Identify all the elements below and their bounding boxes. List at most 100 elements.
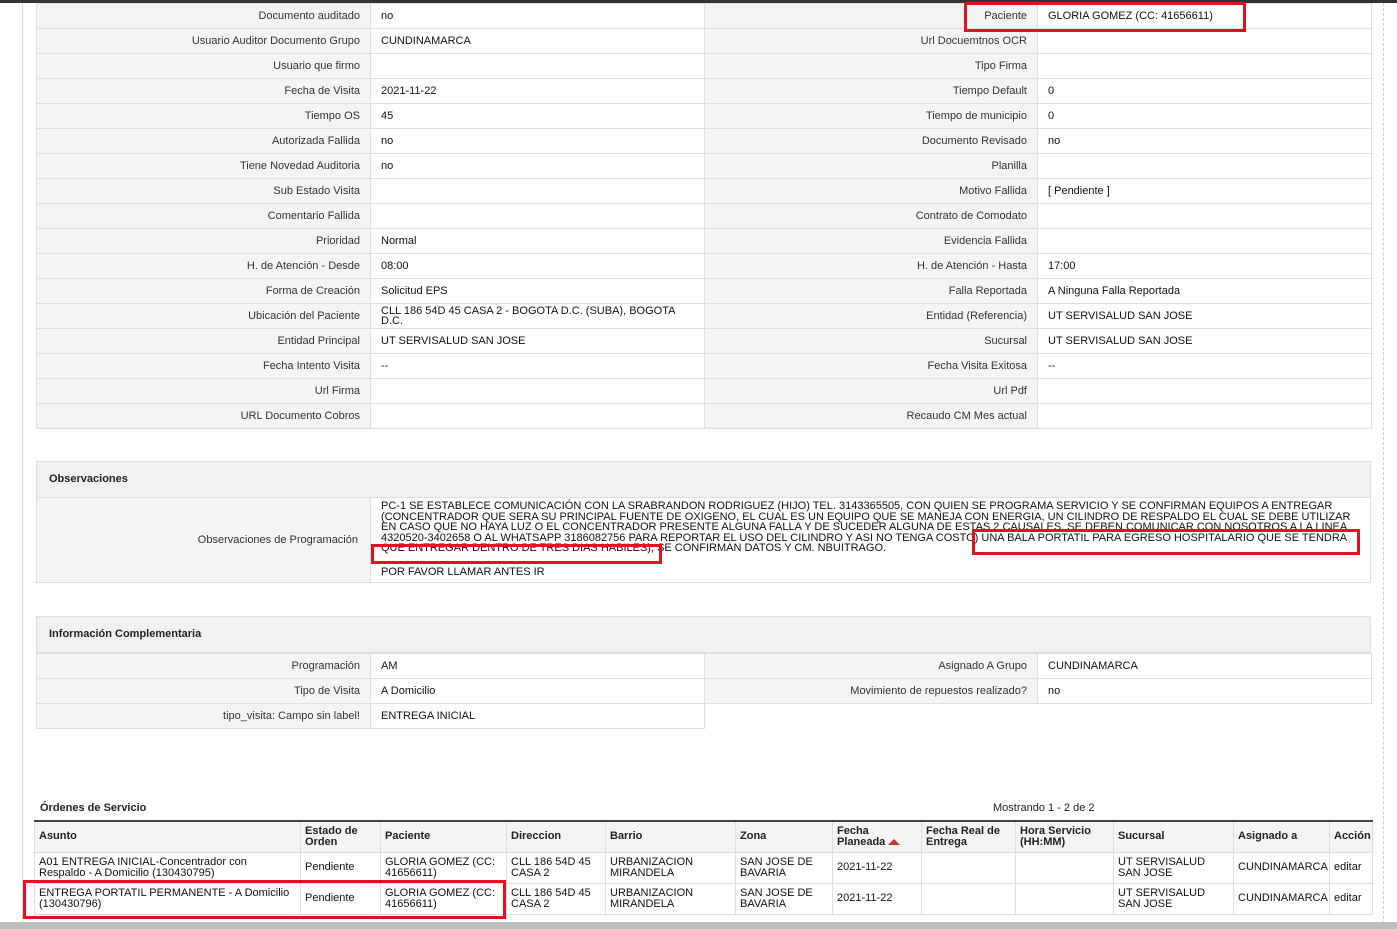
field-label: URL Documento Cobros: [36, 403, 371, 429]
column-header-label: Sucursal: [1118, 830, 1165, 843]
field-value: 08:00: [370, 253, 705, 279]
detail-row: Url Firma Url Pdf: [36, 378, 1372, 404]
field-label: Documento auditado: [36, 3, 371, 29]
field-value: no: [370, 153, 705, 179]
field-label: Usuario que firmo: [36, 53, 371, 79]
observaciones-header: Observaciones: [36, 461, 1371, 498]
field-label: H. de Atención - Hasta: [704, 253, 1038, 279]
detail-row: Prioridad Normal Evidencia Fallida: [36, 228, 1372, 254]
complementaria-row: tipo_visita: Campo sin label! ENTREGA INI…: [36, 703, 1372, 729]
table-cell: UT SERVISALUD SAN JOSE: [1113, 882, 1234, 915]
column-header-1[interactable]: Estado de Orden: [300, 820, 381, 853]
field-value: CUNDINAMARCA: [1037, 653, 1372, 679]
table-cell: CLL 186 54D 45 CASA 2: [506, 882, 606, 915]
pagination-summary: Mostrando 1 - 2 de 2: [993, 802, 1095, 814]
column-header-8[interactable]: Hora Servicio (HH:MM): [1015, 820, 1114, 853]
column-header-2[interactable]: Paciente: [380, 820, 507, 853]
field-label: Tiempo de municipio: [704, 103, 1038, 129]
detail-row: Tiene Novedad Auditoria no Planilla: [36, 153, 1372, 179]
field-value: AM: [370, 653, 705, 679]
field-value: [1037, 28, 1372, 54]
observaciones-text: PC-1 SE ESTABLECE COMUNICACIÓN CON LA SR…: [381, 500, 1351, 555]
column-header-label: Fecha Planeada: [837, 824, 886, 848]
table-row: ENTREGA PORTATIL PERMANENTE - A Domicili…: [34, 882, 1373, 915]
field-value: no: [370, 3, 705, 29]
field-label: Entidad Principal: [36, 328, 371, 354]
bottom-scrollbar[interactable]: [0, 922, 1397, 929]
observaciones-label: Observaciones de Programación: [37, 498, 371, 582]
ordenes-title: Órdenes de Servicio: [40, 802, 147, 814]
field-label: Planilla: [704, 153, 1038, 179]
observaciones-label-text: Observaciones de Programación: [197, 534, 358, 546]
complementaria-row: Tipo de Visita A Domicilio Movimiento de r…: [36, 678, 1372, 704]
field-value: A Domicilio: [370, 678, 705, 704]
field-value: Normal: [370, 228, 705, 254]
field-label: Fecha Visita Exitosa: [704, 353, 1038, 379]
detail-row: Comentario Fallida Contrato de Comodato: [36, 203, 1372, 229]
detail-row: H. de Atención - Desde 08:00 H. de Atenció…: [36, 253, 1372, 279]
detail-row: URL Documento Cobros Recaudo CM Mes actua…: [36, 403, 1372, 429]
service-orders-table: Asunto Estado de Orden Paciente Direccion Ba…: [34, 820, 1373, 915]
column-header-9[interactable]: Sucursal: [1113, 820, 1234, 853]
table-cell: Pendiente: [300, 851, 381, 884]
field-label: Documento Revisado: [704, 128, 1038, 154]
column-header-label: Barrio: [610, 830, 643, 843]
detail-row: Entidad Principal UT SERVISALUD SAN JOSE S…: [36, 328, 1372, 354]
field-value: [1037, 153, 1372, 179]
field-label: Url Firma: [36, 378, 371, 404]
field-value: CUNDINAMARCA: [370, 28, 705, 54]
field-value: [1037, 378, 1372, 404]
field-value: [1037, 228, 1372, 254]
field-label: Usuario Auditor Documento Grupo: [36, 28, 371, 54]
left-divider: [22, 3, 23, 929]
field-value: [1037, 53, 1372, 79]
table-cell: URBANIZACION MIRANDELA: [605, 851, 736, 884]
field-label: Evidencia Fallida: [704, 228, 1038, 254]
table-cell: A01 ENTREGA INICIAL-Concentrador con Res…: [34, 851, 301, 884]
column-header-10[interactable]: Asignado a: [1233, 820, 1330, 853]
field-label: Tiempo OS: [36, 103, 371, 129]
detail-row: Ubicación del Paciente CLL 186 54D 45 CAS…: [36, 303, 1372, 329]
field-value: [1037, 403, 1372, 429]
table-cell: SAN JOSE DE BAVARIA: [735, 882, 833, 915]
table-row: A01 ENTREGA INICIAL-Concentrador con Res…: [34, 851, 1373, 884]
table-cell: [921, 851, 1016, 884]
field-value: [ Pendiente ]: [1037, 178, 1372, 204]
column-header-11[interactable]: Acción: [1329, 820, 1373, 853]
detail-row: Sub Estado Visita Motivo Fallida[ Pendien…: [36, 178, 1372, 204]
field-value: A Ninguna Falla Reportada: [1037, 278, 1372, 304]
field-value: UT SERVISALUD SAN JOSE: [1037, 328, 1372, 354]
complementaria-row: Programación AM Asignado A Grupo CUNDINAMAR…: [36, 653, 1372, 679]
field-label: Url Docuemtnos OCR: [704, 28, 1038, 54]
table-cell: [1015, 882, 1114, 915]
field-value: UT SERVISALUD SAN JOSE: [1037, 303, 1372, 329]
field-value: [370, 178, 705, 204]
column-header-label: Paciente: [385, 830, 431, 843]
table-cell: ENTREGA PORTATIL PERMANENTE - A Domicili…: [34, 882, 301, 915]
column-header-4[interactable]: Barrio: [605, 820, 736, 853]
column-header-3[interactable]: Direccion: [506, 820, 606, 853]
field-label: Ubicación del Paciente: [36, 303, 371, 329]
field-value: Solicitud EPS: [370, 278, 705, 304]
field-value: [370, 203, 705, 229]
sort-ascending-icon[interactable]: [888, 838, 901, 845]
edit-link[interactable]: editar: [1329, 851, 1373, 884]
field-label: Movimiento de repuestos realizado?: [704, 678, 1038, 704]
column-header-0[interactable]: Asunto: [34, 820, 301, 853]
field-label: Tipo Firma: [704, 53, 1038, 79]
field-label: Tiene Novedad Auditoria: [36, 153, 371, 179]
detail-row: Usuario Auditor Documento Grupo CUNDINAMA…: [36, 28, 1372, 54]
column-header-label: Estado de Orden: [305, 824, 358, 848]
column-header-5[interactable]: Zona: [735, 820, 833, 853]
field-label: Prioridad: [36, 228, 371, 254]
column-header-7[interactable]: Fecha Real de Entrega: [921, 820, 1016, 853]
column-header-label: Zona: [740, 830, 767, 843]
field-value: [370, 378, 705, 404]
field-value: 0: [1037, 78, 1372, 104]
column-header-6[interactable]: Fecha Planeada: [832, 820, 922, 853]
field-label: Fecha de Visita: [36, 78, 371, 104]
edit-link[interactable]: editar: [1329, 882, 1373, 915]
column-header-label: Hora Servicio (HH:MM): [1020, 824, 1091, 848]
field-value: 17:00: [1037, 253, 1372, 279]
detail-row: Fecha Intento Visita -- Fecha Visita Exito…: [36, 353, 1372, 379]
